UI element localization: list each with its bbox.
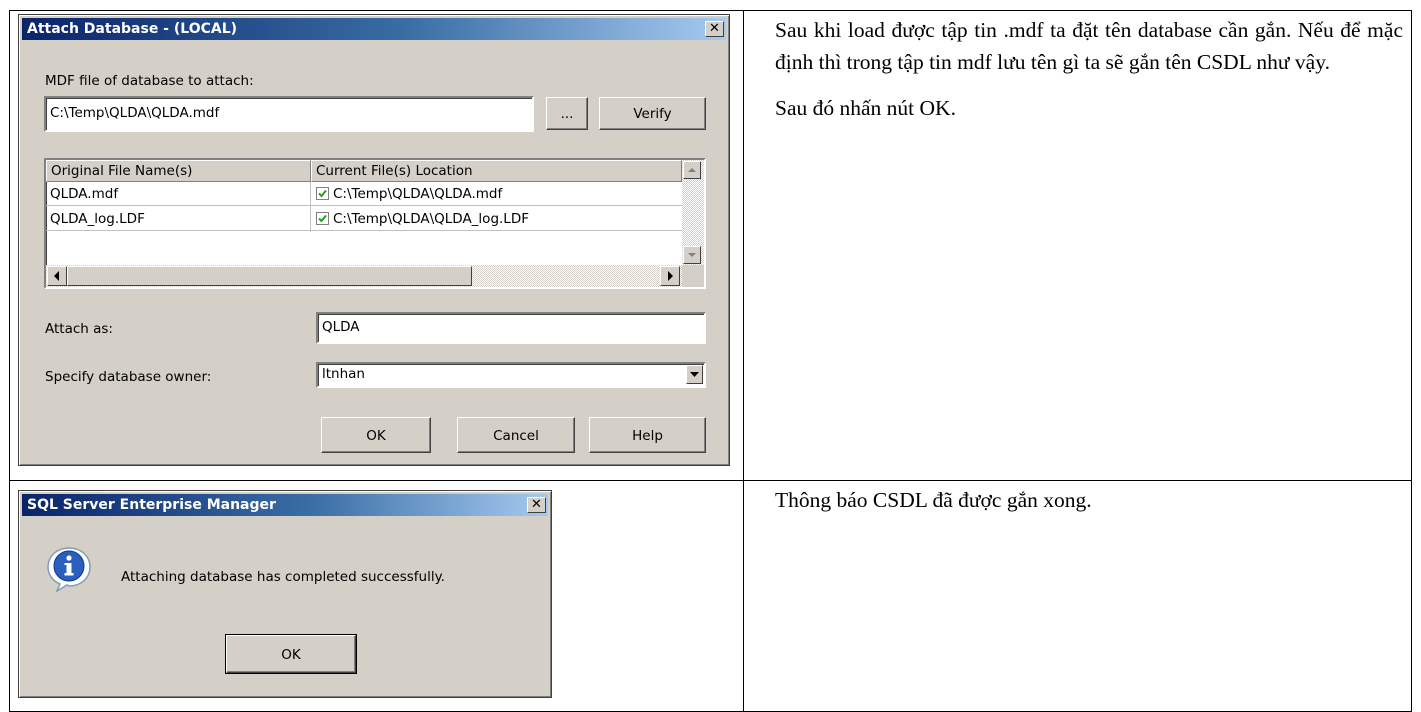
message-ok-button[interactable]: OK bbox=[225, 634, 357, 674]
help-button[interactable]: Help bbox=[589, 417, 706, 453]
row-2-location: C:\Temp\QLDA\QLDA_log.LDF bbox=[333, 211, 529, 227]
row-divider bbox=[46, 205, 682, 206]
attach-dialog-title: Attach Database - (LOCAL) bbox=[27, 21, 238, 37]
table-border-middle bbox=[9, 480, 1412, 481]
instruction-text-cell: Sau khi load được tập tin .mdf ta đặt tê… bbox=[775, 14, 1403, 124]
message-box-titlebar[interactable]: SQL Server Enterprise Manager ✕ bbox=[22, 494, 548, 516]
attach-database-dialog: Attach Database - (LOCAL) ✕ MDF file of … bbox=[18, 14, 730, 466]
result-text-cell: Thông báo CSDL đã được gắn xong. bbox=[775, 484, 1403, 516]
database-owner-label: Specify database owner: bbox=[45, 369, 212, 385]
attach-as-label: Attach as: bbox=[45, 321, 113, 337]
arrow-up-icon bbox=[688, 168, 696, 172]
instruction-paragraph-2: Sau đó nhấn nút OK. bbox=[775, 96, 956, 120]
column-header-original-name[interactable]: Original File Name(s) bbox=[46, 160, 311, 182]
row-1-name[interactable]: QLDA.mdf bbox=[50, 184, 118, 204]
attach-dialog-close-button[interactable]: ✕ bbox=[705, 21, 724, 37]
verify-button[interactable]: Verify bbox=[599, 97, 706, 130]
arrow-left-icon bbox=[54, 271, 59, 281]
mdf-file-input[interactable]: C:\Temp\QLDA\QLDA.mdf bbox=[44, 96, 534, 132]
horizontal-scroll-thumb[interactable] bbox=[67, 266, 472, 286]
row-divider bbox=[46, 230, 682, 231]
browse-button[interactable]: ... bbox=[546, 97, 588, 130]
row-2-location-cell[interactable]: C:\Temp\QLDA\QLDA_log.LDF bbox=[316, 209, 529, 229]
scroll-up-button[interactable] bbox=[683, 161, 701, 179]
row-1-location: C:\Temp\QLDA\QLDA.mdf bbox=[333, 186, 503, 202]
database-owner-select[interactable]: ltnhan bbox=[316, 362, 706, 388]
result-paragraph: Thông báo CSDL đã được gắn xong. bbox=[775, 488, 1092, 512]
database-owner-value: ltnhan bbox=[322, 366, 365, 382]
owner-dropdown-button[interactable] bbox=[686, 365, 703, 384]
cancel-button[interactable]: Cancel bbox=[457, 417, 575, 453]
scroll-down-button[interactable] bbox=[683, 246, 701, 264]
column-divider bbox=[310, 182, 311, 232]
instruction-paragraph-1: Sau khi load được tập tin .mdf ta đặt tê… bbox=[775, 18, 1403, 74]
table-border-top bbox=[9, 10, 1412, 11]
chevron-down-icon bbox=[690, 372, 699, 377]
table-border-left bbox=[9, 10, 10, 712]
arrow-down-icon bbox=[688, 253, 696, 257]
column-header-current-location[interactable]: Current File(s) Location bbox=[311, 160, 682, 182]
table-border-divider bbox=[743, 10, 744, 712]
attach-as-input[interactable]: QLDA bbox=[316, 312, 706, 344]
row-1-location-cell[interactable]: C:\Temp\QLDA\QLDA.mdf bbox=[316, 184, 502, 204]
table-border-right bbox=[1411, 10, 1412, 712]
message-box: SQL Server Enterprise Manager ✕ Attachin… bbox=[18, 490, 552, 698]
info-icon bbox=[45, 545, 93, 593]
row-2-name[interactable]: QLDA_log.LDF bbox=[50, 209, 145, 229]
message-text: Attaching database has completed success… bbox=[121, 569, 445, 585]
scroll-right-button[interactable] bbox=[660, 266, 680, 286]
scroll-corner bbox=[682, 265, 704, 287]
ok-button[interactable]: OK bbox=[321, 417, 431, 453]
message-box-title: SQL Server Enterprise Manager bbox=[27, 497, 276, 513]
scroll-left-button[interactable] bbox=[47, 266, 67, 286]
message-box-close-button[interactable]: ✕ bbox=[527, 497, 546, 513]
checkbox-checked-icon[interactable] bbox=[316, 186, 329, 200]
checkbox-checked-icon[interactable] bbox=[316, 211, 329, 225]
close-icon: ✕ bbox=[709, 21, 720, 36]
attach-dialog-titlebar[interactable]: Attach Database - (LOCAL) ✕ bbox=[22, 18, 726, 40]
mdf-file-label: MDF file of database to attach: bbox=[45, 73, 254, 89]
close-icon: ✕ bbox=[531, 497, 542, 512]
arrow-right-icon bbox=[668, 271, 673, 281]
file-list[interactable]: Original File Name(s) Current File(s) Lo… bbox=[44, 158, 706, 289]
